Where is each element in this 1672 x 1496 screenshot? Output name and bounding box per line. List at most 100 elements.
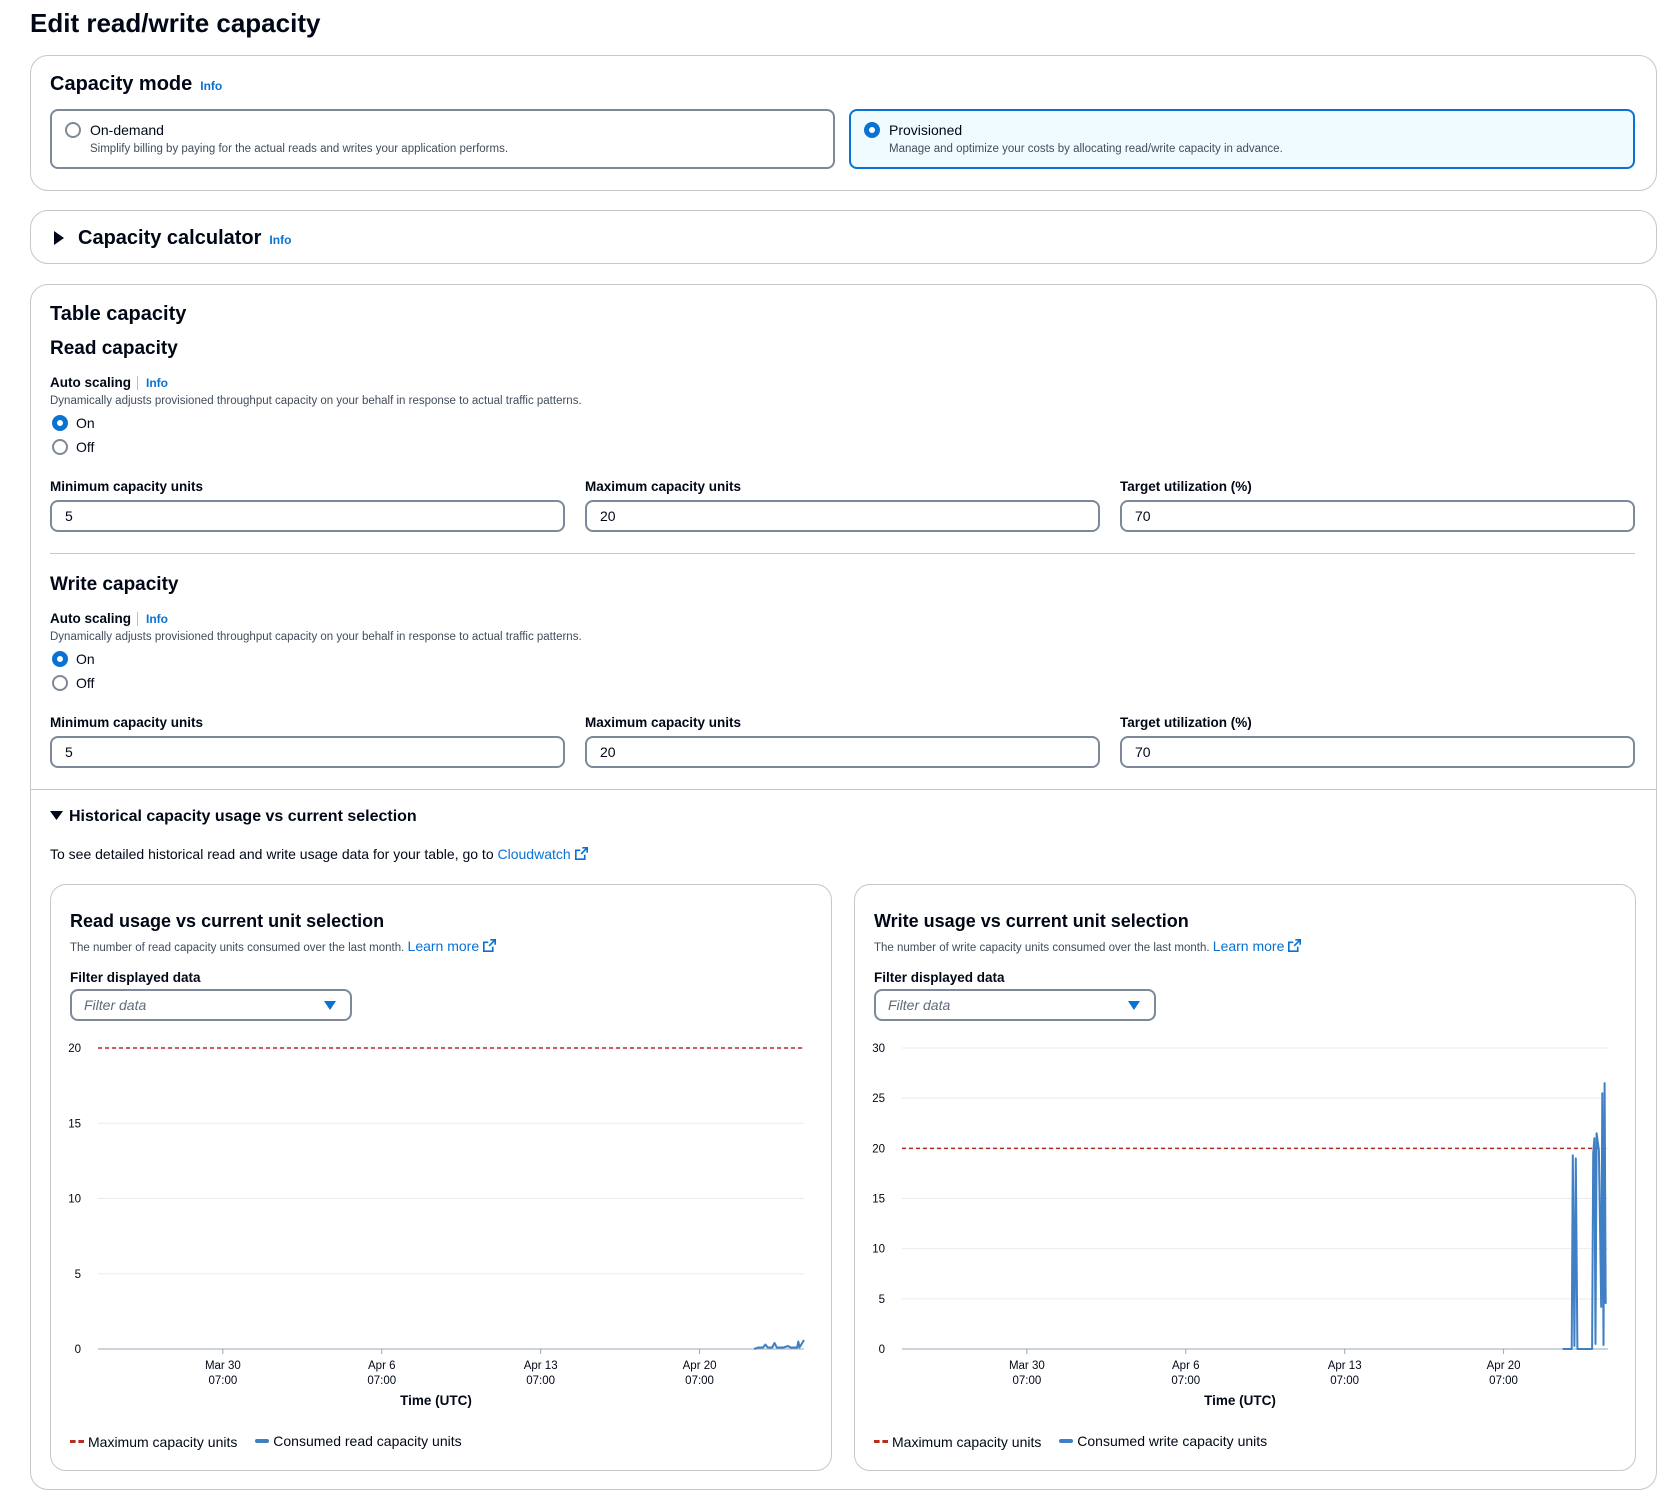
write-auto-scaling-description: Dynamically adjusts provisioned throughp… [50, 631, 582, 643]
write-chart-legend: Maximum capacity units Consumed write ca… [874, 1430, 1281, 1450]
x-tick-sublabel: 07:00 [1012, 1375, 1041, 1387]
y-tick-label: 0 [75, 1344, 81, 1356]
y-tick-label: 25 [872, 1093, 885, 1105]
external-link-icon [574, 847, 588, 860]
consumed-capacity-line [753, 1339, 805, 1350]
read-auto-scaling-on-label: On [76, 415, 95, 431]
capacity-calculator-title: Capacity calculator [78, 227, 262, 249]
cloudwatch-link[interactable]: Cloudwatch [498, 846, 588, 862]
read-auto-scaling-description: Dynamically adjusts provisioned throughp… [50, 395, 582, 407]
section-divider [31, 789, 1656, 790]
capacity-mode-panel: Capacity mode Info On-demand Simplify bil… [30, 55, 1657, 191]
read-min-capacity-label: Minimum capacity units [50, 479, 204, 494]
write-max-capacity-input[interactable]: 20 [585, 736, 1100, 768]
write-max-capacity-label: Maximum capacity units [585, 715, 742, 730]
read-max-capacity-input[interactable]: 20 [585, 500, 1100, 532]
caret-down-icon [50, 811, 63, 820]
read-min-capacity-input[interactable]: 5 [50, 500, 565, 532]
y-tick-label: 10 [872, 1244, 885, 1256]
y-tick-label: 15 [68, 1118, 81, 1130]
legend-consumed-label: Consumed write capacity units [1077, 1433, 1268, 1449]
x-tick-sublabel: 07:00 [685, 1375, 714, 1387]
x-tick-label: Mar 30 [205, 1360, 241, 1372]
write-target-utilization-input[interactable]: 70 [1120, 736, 1635, 768]
on-demand-description: Simplify billing by paying for the actua… [90, 143, 509, 155]
historical-title: Historical capacity usage vs current sel… [69, 808, 417, 825]
y-tick-label: 20 [68, 1043, 81, 1055]
legend-item-max[interactable]: Maximum capacity units [874, 1434, 1041, 1450]
read-max-capacity-label: Maximum capacity units [585, 479, 742, 494]
table-capacity-panel: Table capacity Read capacity Auto scalin… [30, 284, 1657, 1490]
read-usage-chart: 0 5 10 15 20 Mar 30 07:00 Apr 6 07:00 Apr 13 07:00… [68, 1043, 805, 1408]
write-auto-scaling-label: Auto scaling [50, 611, 132, 626]
solid-line-swatch [1059, 1439, 1074, 1443]
legend-max-label: Maximum capacity units [88, 1433, 238, 1450]
write-auto-scaling-off-radio[interactable] [52, 675, 68, 691]
capacity-mode-info-link[interactable]: Info [200, 79, 222, 93]
read-usage-chart-card: Read usage vs current unit selection The… [50, 884, 832, 1471]
x-tick-label: Apr 20 [683, 1360, 717, 1372]
y-tick-label: 15 [872, 1194, 885, 1206]
read-chart-legend: Maximum capacity units Consumed read cap… [70, 1430, 476, 1450]
x-tick-label: Apr 13 [524, 1360, 558, 1372]
on-demand-tile[interactable]: On-demand Simplify billing by paying for… [50, 109, 835, 169]
x-tick-label: Mar 30 [1009, 1360, 1045, 1372]
cloudwatch-link-label: Cloudwatch [497, 846, 571, 862]
x-tick-label: Apr 20 [1487, 1360, 1521, 1372]
capacity-calculator-info-link[interactable]: Info [269, 233, 291, 247]
on-demand-label: On-demand [90, 122, 164, 138]
x-axis-label: Time (UTC) [400, 1393, 472, 1408]
dashed-line-swatch [70, 1440, 84, 1443]
read-capacity-title: Read capacity [50, 338, 178, 359]
page-title: Edit read/write capacity [30, 8, 321, 38]
historical-expand-toggle[interactable]: Historical capacity usage vs current sel… [50, 808, 417, 826]
write-auto-scaling-off-label: Off [76, 675, 95, 691]
caret-right-icon [54, 231, 64, 245]
read-auto-scaling-label: Auto scaling [50, 375, 132, 390]
x-tick-sublabel: 07:00 [367, 1375, 396, 1387]
y-tick-label: 30 [872, 1043, 885, 1055]
y-tick-label: 0 [879, 1344, 885, 1356]
write-min-capacity-input[interactable]: 5 [50, 736, 565, 768]
x-tick-sublabel: 07:00 [1171, 1375, 1200, 1387]
provisioned-label: Provisioned [889, 122, 963, 138]
legend-item-max[interactable]: Maximum capacity units [70, 1434, 237, 1450]
divider [137, 375, 139, 390]
provisioned-tile[interactable]: Provisioned Manage and optimize your cos… [849, 109, 1635, 169]
x-tick-sublabel: 07:00 [1330, 1375, 1359, 1387]
write-auto-scaling-on-radio[interactable] [52, 651, 68, 667]
write-min-capacity-label: Minimum capacity units [50, 715, 204, 730]
legend-consumed-label: Consumed read capacity units [273, 1433, 462, 1449]
read-auto-scaling-off-radio[interactable] [52, 439, 68, 455]
capacity-mode-title: Capacity mode [50, 73, 193, 95]
read-auto-scaling-info-link[interactable]: Info [146, 376, 168, 390]
consumed-capacity-line [1562, 1082, 1607, 1350]
write-usage-chart-card: Write usage vs current unit selection Th… [854, 884, 1636, 1471]
legend-item-consumed[interactable]: Consumed write capacity units [1059, 1433, 1267, 1449]
read-target-utilization-label: Target utilization (%) [1120, 479, 1252, 494]
write-auto-scaling-info-link[interactable]: Info [146, 612, 168, 626]
legend-max-label: Maximum capacity units [892, 1433, 1042, 1450]
table-capacity-title: Table capacity [50, 303, 187, 325]
read-auto-scaling-on-radio[interactable] [52, 415, 68, 431]
on-demand-radio[interactable] [65, 122, 81, 138]
x-tick-label: Apr 13 [1328, 1360, 1362, 1372]
y-tick-label: 5 [75, 1269, 81, 1281]
section-divider [50, 553, 1635, 554]
write-capacity-title: Write capacity [50, 574, 179, 595]
provisioned-description: Manage and optimize your costs by alloca… [889, 143, 1283, 155]
y-tick-label: 20 [872, 1143, 885, 1155]
write-target-utilization-label: Target utilization (%) [1120, 715, 1252, 730]
x-tick-sublabel: 07:00 [526, 1375, 555, 1387]
provisioned-radio[interactable] [864, 122, 880, 138]
x-tick-label: Apr 6 [1172, 1360, 1200, 1372]
capacity-calculator-panel[interactable]: Capacity calculator Info [30, 210, 1657, 264]
legend-item-consumed[interactable]: Consumed read capacity units [255, 1433, 462, 1449]
write-auto-scaling-on-label: On [76, 651, 95, 667]
x-axis-label: Time (UTC) [1204, 1393, 1276, 1408]
read-auto-scaling-off-label: Off [76, 439, 95, 455]
x-tick-label: Apr 6 [368, 1360, 396, 1372]
x-tick-sublabel: 07:00 [208, 1375, 237, 1387]
read-target-utilization-input[interactable]: 70 [1120, 500, 1635, 532]
dashed-line-swatch [874, 1440, 888, 1443]
